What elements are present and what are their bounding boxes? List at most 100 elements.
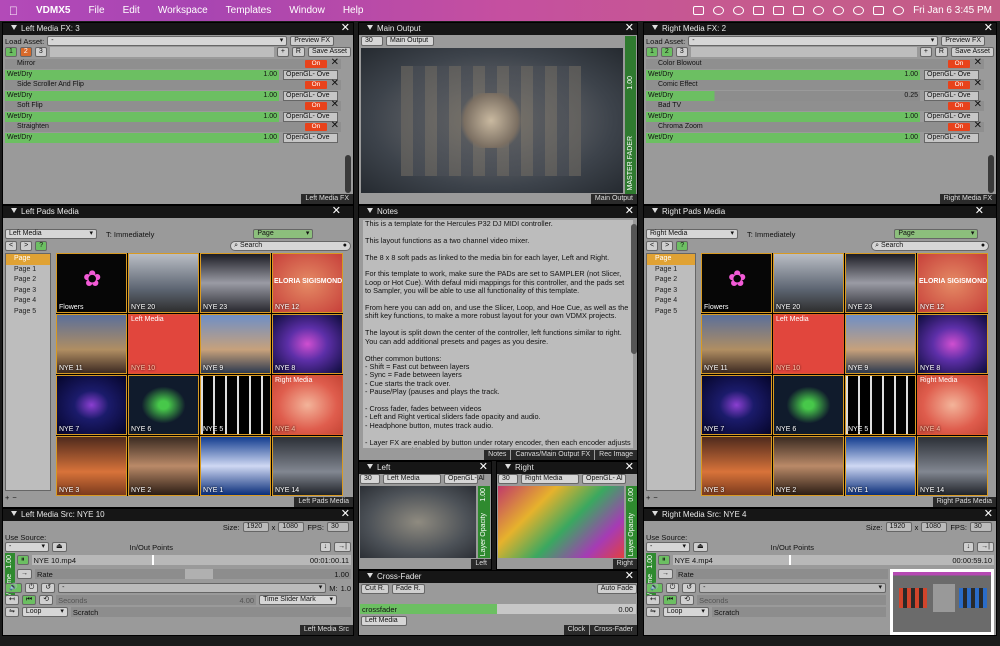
add-fx-button[interactable]: +	[919, 47, 932, 57]
remove-fx-icon[interactable]: ✕	[974, 100, 982, 110]
fx-on-toggle[interactable]: On	[948, 123, 970, 131]
remove-fx-icon[interactable]: ✕	[974, 79, 982, 89]
height-field[interactable]: 1080	[921, 522, 948, 532]
blend-mode-select[interactable]: OpenGL- Ove	[924, 91, 979, 101]
page-list-item[interactable]: Page 4	[647, 296, 695, 307]
rewind-icon[interactable]: ↤	[646, 595, 660, 605]
clip-cell[interactable]: NYE 20	[773, 253, 844, 313]
page-list-item[interactable]: Page 2	[647, 275, 695, 286]
fx-on-toggle[interactable]: On	[305, 81, 327, 89]
notes-text[interactable]: This is a template for the Hercules P32 …	[363, 220, 633, 448]
toggle-icon[interactable]: ⇋	[5, 607, 19, 617]
fade-r-button[interactable]: Fade R.	[391, 584, 425, 594]
width-field[interactable]: 1920	[885, 522, 912, 532]
clip-cell[interactable]: ✿ Flowers	[56, 253, 127, 313]
reset-icon[interactable]: ⟲	[680, 595, 695, 605]
fx-row[interactable]: Side Scroller And Flip On ✕	[5, 79, 341, 90]
tab-2[interactable]: 2	[660, 47, 673, 57]
c-icon[interactable]	[733, 6, 745, 15]
wet-dry-slider[interactable]: Wet/Dry 1.00	[5, 70, 279, 80]
preview-fx-button[interactable]: Preview FX	[941, 36, 985, 46]
page-select[interactable]: Page ▾	[253, 229, 314, 239]
wet-dry-slider[interactable]: Wet/Dry 1.00	[5, 133, 279, 143]
rate-slider[interactable]: Rate 1.00	[35, 569, 351, 579]
page-list-item[interactable]: Page 5	[647, 307, 695, 318]
right-layer-opacity[interactable]: 0.00 Layer Opacity	[626, 486, 637, 558]
clip-cell[interactable]: Left Media NYE 10	[128, 314, 199, 374]
cut-r-button[interactable]: Cut R.	[361, 584, 389, 594]
clip-cell[interactable]: NYE 11	[56, 314, 127, 374]
remove-fx-icon[interactable]: ✕	[331, 79, 339, 89]
media-select[interactable]: Left Media ▾	[5, 229, 97, 239]
clip-cell[interactable]: NYE 11	[701, 314, 772, 374]
help-button[interactable]: ?	[676, 241, 689, 251]
fx-on-toggle[interactable]: On	[948, 102, 970, 110]
tab-notes[interactable]: Notes	[484, 450, 511, 460]
clip-cell[interactable]: Left Media NYE 10	[773, 314, 844, 374]
fx-row[interactable]: Chroma Zoom On ✕	[646, 121, 984, 132]
remove-fx-icon[interactable]: ✕	[974, 58, 982, 68]
tab-3[interactable]: 3	[34, 47, 47, 57]
blend-mode-select[interactable]: OpenGL- Ove	[924, 70, 979, 80]
remove-page-button[interactable]: −	[653, 493, 657, 502]
sync-icon[interactable]	[713, 6, 725, 15]
rate-slider[interactable]: Rate	[676, 569, 888, 579]
tab-3[interactable]: 3	[675, 47, 688, 57]
skip-back-icon[interactable]: ⏮	[662, 595, 678, 605]
r-button[interactable]: R	[934, 47, 948, 57]
close-icon[interactable]: ✕	[984, 509, 993, 520]
screenshot-thumbnail[interactable]	[890, 569, 994, 635]
eject-icon[interactable]: ⏏	[52, 542, 67, 552]
menu-file[interactable]: File	[79, 5, 113, 16]
clip-cell[interactable]: NYE 23	[200, 253, 271, 313]
next-button[interactable]: >	[661, 241, 674, 251]
close-icon[interactable]: ✕	[341, 509, 350, 520]
fx-on-toggle[interactable]: On	[305, 60, 327, 68]
m-icon[interactable]	[753, 6, 765, 15]
fps-select[interactable]: 30	[498, 474, 518, 484]
remove-fx-icon[interactable]: ✕	[974, 121, 982, 131]
load-asset-select[interactable]: - ▾	[688, 36, 939, 46]
wet-dry-row[interactable]: Wet/Dry 1.00 OpenGL- Ove	[646, 133, 984, 143]
clip-cell[interactable]: ELORIA SIGISMONDI NYE 12	[917, 253, 988, 313]
menu-help[interactable]: Help	[334, 5, 373, 16]
media-select[interactable]: Right Media ▾	[646, 229, 738, 239]
wet-dry-row[interactable]: Wet/Dry 0.25 OpenGL- Ove	[646, 91, 984, 101]
pause-button[interactable]: ⏸	[658, 555, 670, 565]
clip-cell[interactable]: NYE 20	[128, 253, 199, 313]
page-list-item[interactable]: Page 4	[6, 296, 50, 307]
page-list-item[interactable]: Page 2	[6, 275, 50, 286]
remove-fx-icon[interactable]: ✕	[331, 100, 339, 110]
tab-1[interactable]: 1	[646, 47, 658, 57]
remove-fx-icon[interactable]: ✕	[331, 58, 339, 68]
power-icon[interactable]: ⏻	[665, 583, 680, 593]
blend-select[interactable]: OpenGL- Al	[444, 474, 485, 484]
left-layer-opacity[interactable]: 1.00 Layer Opacity	[478, 486, 490, 558]
add-page-button[interactable]: +	[5, 493, 9, 502]
clip-cell[interactable]: NYE 5	[200, 375, 271, 435]
save-asset-button[interactable]: Save Asset	[950, 47, 994, 57]
loop-icon[interactable]: ↺	[41, 583, 56, 593]
clip-cell[interactable]: NYE 3	[701, 436, 772, 496]
clip-cell[interactable]: NYE 2	[773, 436, 844, 496]
clip-cell[interactable]: Right Media NYE 4	[272, 375, 343, 435]
fx-row[interactable]: Color Blowout On ✕	[646, 58, 984, 69]
clip-cell[interactable]: NYE 14	[272, 436, 343, 496]
page-list-item[interactable]: Page	[647, 254, 695, 265]
search-icon[interactable]	[853, 6, 865, 15]
prev-button[interactable]: <	[646, 241, 659, 251]
master-fader[interactable]: 1.00 MASTER FADER	[625, 36, 636, 194]
dropbox-icon[interactable]	[693, 6, 705, 15]
clip-cell[interactable]: NYE 6	[128, 375, 199, 435]
speaker-icon[interactable]: 🔊	[5, 583, 22, 593]
eject-icon[interactable]: ⏏	[693, 542, 708, 552]
menu-templates[interactable]: Templates	[217, 5, 281, 16]
toggle-icon[interactable]: ⇋	[646, 607, 660, 617]
search-input[interactable]: ⌕ Search ●	[230, 241, 351, 251]
fx-on-toggle[interactable]: On	[948, 81, 970, 89]
close-icon[interactable]: ✕	[625, 462, 634, 473]
scratch-slider[interactable]: Scratch	[711, 607, 886, 617]
close-icon[interactable]: ✕	[479, 462, 488, 473]
siri-icon[interactable]	[893, 6, 905, 15]
fx-row[interactable]: Soft Flip On ✕	[5, 100, 341, 111]
